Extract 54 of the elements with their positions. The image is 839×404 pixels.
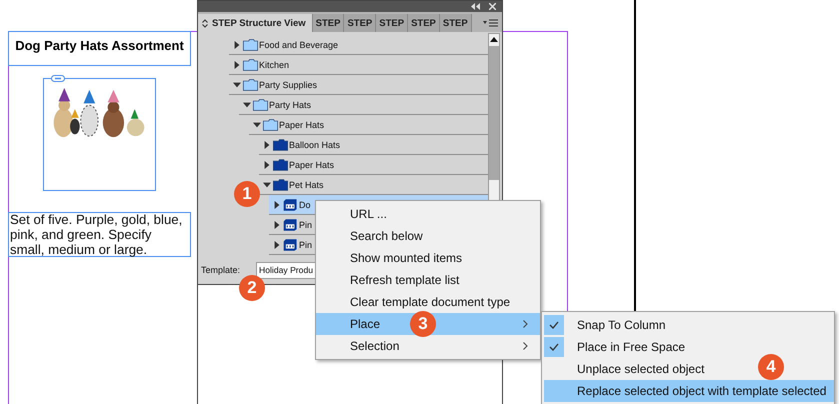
folder-icon — [243, 58, 258, 70]
folder-icon — [253, 98, 268, 110]
product-icon — [283, 198, 298, 210]
menu-item[interactable]: Clear template document type — [316, 291, 540, 313]
folder-icon — [273, 178, 288, 190]
tree-item[interactable]: Party Supplies — [229, 75, 488, 95]
expander-icon[interactable] — [273, 200, 281, 208]
panel-tab[interactable]: STEP Structure View — [198, 14, 313, 32]
menu-item[interactable]: Search below — [316, 225, 540, 247]
menu-item[interactable]: URL ... — [316, 203, 540, 225]
expander-icon[interactable] — [233, 80, 241, 88]
menu-item[interactable]: Refresh template list — [316, 269, 540, 291]
expander-icon[interactable] — [233, 40, 241, 48]
folder-icon — [243, 78, 258, 90]
panel-tab[interactable]: STEP — [312, 14, 344, 32]
folder-icon — [243, 38, 258, 50]
product-title: Dog Party Hats Assortment — [15, 38, 184, 54]
folder-icon — [273, 138, 288, 150]
expander-icon[interactable] — [243, 100, 251, 108]
menu-item[interactable]: Selection — [316, 335, 540, 357]
tree-item[interactable]: Food and Beverage — [229, 35, 488, 55]
expander-icon[interactable] — [263, 140, 271, 148]
panel-tab[interactable]: STEP — [344, 14, 376, 32]
tree-item[interactable]: Paper Hats — [249, 115, 488, 135]
expander-icon[interactable] — [253, 120, 261, 128]
panel-tab[interactable]: STEP — [376, 14, 408, 32]
expander-icon[interactable] — [233, 60, 241, 68]
collapse-icon[interactable] — [471, 3, 480, 10]
product-icon — [283, 218, 298, 230]
menu-item[interactable]: Unplace selected object — [544, 358, 712, 380]
menu-item[interactable]: Snap To Column — [544, 314, 674, 336]
product-icon — [283, 238, 298, 250]
tree-item[interactable]: Kitchen — [229, 55, 488, 75]
tree-item[interactable]: Paper Hats — [259, 155, 488, 175]
expander-icon[interactable] — [263, 160, 271, 168]
folder-icon — [273, 158, 288, 170]
template-label: Template: — [201, 265, 240, 275]
menu-item[interactable]: Place in Free Space — [544, 336, 694, 358]
expander-icon[interactable] — [263, 180, 271, 188]
menu-item[interactable]: Show mounted items — [316, 247, 540, 269]
product-description: Set of five. Purple, gold, blue, pink, and green. Specify small, medium or large. — [10, 212, 184, 257]
close-icon[interactable] — [489, 3, 496, 10]
menu-item[interactable]: Replace selected object with template selected — [544, 380, 834, 402]
expander-icon[interactable] — [273, 240, 281, 248]
panel-tab[interactable]: STEP — [408, 14, 440, 32]
panel-tab[interactable]: STEP — [440, 14, 472, 32]
menu-icon[interactable] — [483, 19, 498, 27]
step-badge: 2 — [239, 275, 265, 301]
expander-icon[interactable] — [273, 220, 281, 228]
scroll-up-icon[interactable] — [490, 37, 498, 42]
tree-item[interactable]: Party Hats — [239, 95, 488, 115]
folder-icon — [263, 118, 278, 130]
tree-item[interactable]: Balloon Hats — [259, 135, 488, 155]
sort-icon[interactable] — [202, 18, 208, 28]
